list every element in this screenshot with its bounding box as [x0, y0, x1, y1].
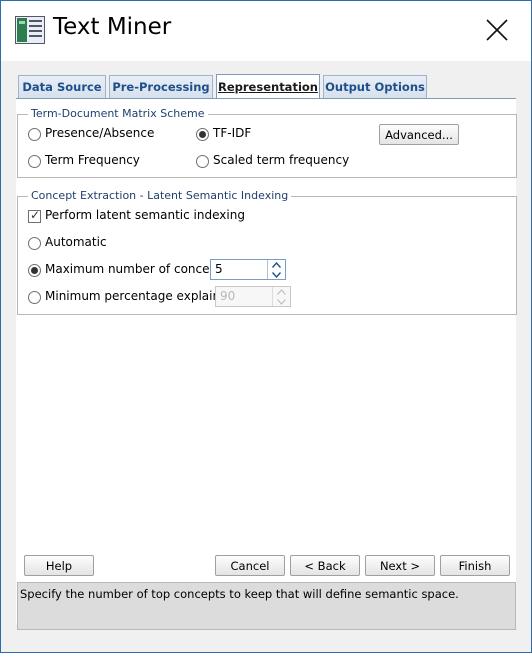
text-miner-window: Text Miner Data Source Pre-Processing Re… [0, 0, 532, 653]
lsi-legend: Concept Extraction - Latent Semantic Ind… [28, 189, 292, 202]
status-description: Specify the number of top concepts to ke… [17, 582, 516, 630]
term-document-matrix-group: Term-Document Matrix Scheme Presence/Abs… [17, 107, 517, 178]
scaled-term-frequency-radio[interactable] [196, 155, 209, 168]
tf-idf-radio[interactable] [196, 128, 209, 141]
close-button[interactable] [476, 11, 518, 49]
scaled-term-frequency-label: Scaled term frequency [213, 153, 350, 167]
min-percentage-value: 90 [220, 289, 236, 303]
term-frequency-radio[interactable] [28, 155, 41, 168]
tab-output-options[interactable]: Output Options [323, 75, 427, 98]
spin-up-disabled-icon [273, 287, 290, 296]
spin-up-icon[interactable] [268, 260, 285, 269]
close-icon [486, 19, 508, 41]
min-percentage-radio[interactable] [28, 291, 41, 304]
tab-pre-processing[interactable]: Pre-Processing [109, 75, 213, 98]
min-percentage-label: Minimum percentage explained: [45, 289, 240, 303]
spinner-arrows-disabled [272, 287, 290, 306]
dialog-content: Data Source Pre-Processing Representatio… [1, 61, 531, 652]
term-frequency-label: Term Frequency [45, 153, 140, 167]
spin-down-icon[interactable] [268, 270, 285, 279]
automatic-label: Automatic [45, 235, 107, 249]
tf-idf-label: TF-IDF [213, 126, 252, 140]
presence-absence-label: Presence/Absence [45, 126, 155, 140]
cancel-button[interactable]: Cancel [215, 555, 285, 576]
help-button[interactable]: Help [24, 555, 94, 576]
max-concepts-radio[interactable] [28, 264, 41, 277]
title-bar: Text Miner [1, 1, 531, 61]
window-title: Text Miner [53, 14, 172, 40]
automatic-radio[interactable] [28, 237, 41, 250]
back-button[interactable]: < Back [290, 555, 360, 576]
tab-data-source[interactable]: Data Source [18, 75, 106, 98]
min-percentage-spinner[interactable]: 90 [215, 286, 291, 307]
next-button[interactable]: Next > [365, 555, 435, 576]
tab-representation[interactable]: Representation [216, 74, 320, 99]
max-concepts-value: 5 [215, 262, 223, 276]
advanced-button[interactable]: Advanced... [379, 124, 459, 145]
presence-absence-radio[interactable] [28, 128, 41, 141]
spin-down-disabled-icon [273, 297, 290, 306]
max-concepts-label: Maximum number of concepts: [45, 262, 233, 276]
perform-lsi-label: Perform latent semantic indexing [45, 208, 245, 222]
lsi-group: Concept Extraction - Latent Semantic Ind… [17, 189, 517, 315]
perform-lsi-checkbox[interactable]: ✓ [28, 208, 41, 223]
max-concepts-spinner[interactable]: 5 [210, 259, 286, 280]
checkmark-icon: ✓ [30, 208, 41, 222]
representation-panel: Term-Document Matrix Scheme Presence/Abs… [16, 98, 517, 623]
finish-button[interactable]: Finish [440, 555, 510, 576]
tdm-legend: Term-Document Matrix Scheme [28, 107, 208, 120]
spinner-arrows [267, 260, 285, 279]
text-miner-app-icon [15, 16, 45, 44]
